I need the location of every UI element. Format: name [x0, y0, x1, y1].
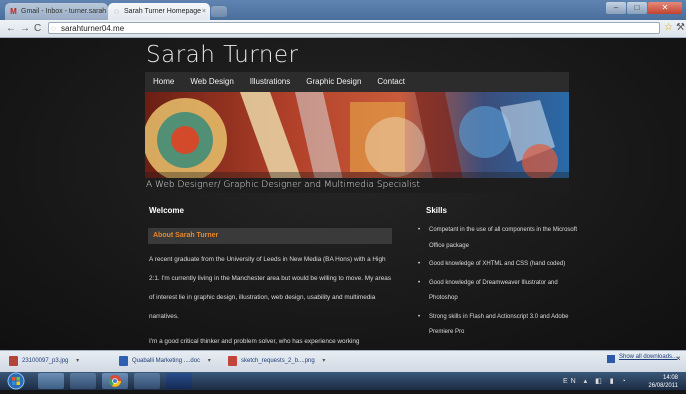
list-item: Good knowledge of Dreamweaver Illustrato…	[418, 276, 578, 307]
download-shelf: 23100097_p3.jpg ▾ Quaballi Marketing ...…	[0, 350, 686, 372]
site-title: Sarah Turner	[146, 42, 299, 68]
explorer-icon[interactable]	[38, 373, 64, 389]
site-nav: Home Web Design Illustrations Graphic De…	[145, 72, 569, 92]
about-heading: About Sarah Turner	[153, 232, 219, 239]
download-item[interactable]: sketch_requests_2_b....png ▾	[228, 354, 325, 368]
close-window-button[interactable]: ✕	[648, 2, 682, 14]
show-all-downloads-link[interactable]: Show all downloads...	[607, 354, 678, 363]
tab-title: Sarah Turner Homepage	[124, 8, 202, 15]
browser-titlebar: M Gmail - Inbox - turner.sarah × ◌ Sarah…	[0, 0, 686, 20]
clock-date: 26/08/2011	[648, 383, 678, 389]
window-controls: – □ ✕	[606, 2, 682, 14]
photoshop-icon[interactable]	[166, 373, 192, 389]
page-icon: ◌	[51, 24, 56, 33]
tab-sarah-turner[interactable]: ◌ Sarah Turner Homepage ×	[108, 3, 210, 20]
bio-paragraph-2: I'm a good critical thinker and problem …	[149, 338, 360, 345]
new-tab-button[interactable]	[211, 6, 227, 17]
list-item: Competant in the use of all components i…	[418, 223, 578, 254]
close-tab-icon[interactable]: ×	[202, 3, 206, 20]
nav-contact[interactable]: Contact	[369, 72, 413, 92]
media-player-icon[interactable]	[70, 373, 96, 389]
tab-gmail[interactable]: M Gmail - Inbox - turner.sarah ×	[5, 3, 108, 20]
nav-web-design[interactable]: Web Design	[182, 72, 241, 92]
bio-text: A recent graduate from the University of…	[149, 250, 397, 350]
gmail-icon: M	[10, 7, 17, 16]
close-shelf-icon[interactable]: ×	[676, 354, 681, 363]
browser-toolbar: ← → C ◌ sarahturner04.me ☆ ⚒	[0, 20, 686, 38]
web-page: Sarah Turner Home Web Design Illustratio…	[0, 38, 686, 350]
skills-heading: Skills	[426, 206, 447, 215]
chrome-icon[interactable]	[102, 373, 128, 389]
wrench-icon[interactable]: ⚒	[676, 22, 685, 33]
downloads-icon	[607, 355, 615, 363]
image-file-icon	[228, 356, 237, 366]
welcome-heading: Welcome	[149, 206, 184, 215]
clock[interactable]: 14:08 26/08/2011	[648, 375, 678, 389]
chevron-down-icon[interactable]: ▾	[322, 358, 325, 364]
header-banner-image	[145, 92, 569, 189]
language-indicator[interactable]: EN	[563, 378, 579, 385]
nav-graphic-design[interactable]: Graphic Design	[298, 72, 369, 92]
forward-arrow-icon[interactable]: →	[20, 22, 30, 35]
start-button[interactable]	[4, 372, 28, 390]
tab-title: Gmail - Inbox - turner.sarah	[21, 8, 107, 15]
minimize-button[interactable]: –	[606, 2, 626, 14]
bio-paragraph: A recent graduate from the University of…	[149, 256, 392, 320]
clock-time: 14:08	[662, 375, 678, 381]
download-filename: 23100097_p3.jpg	[22, 358, 69, 364]
system-tray-icons[interactable]: EN ▴ ◧ ▮ ◔	[563, 377, 629, 385]
nav-home[interactable]: Home	[145, 72, 182, 92]
download-filename: sketch_requests_2_b....png	[241, 358, 315, 364]
reload-icon[interactable]: C	[34, 22, 41, 35]
address-bar[interactable]: ◌ sarahturner04.me	[48, 22, 660, 34]
maximize-button[interactable]: □	[627, 2, 647, 14]
chevron-down-icon[interactable]: ▾	[208, 358, 211, 364]
download-item[interactable]: 23100097_p3.jpg ▾	[9, 354, 79, 368]
app-icon[interactable]	[134, 373, 160, 389]
download-filename: Quaballi Marketing ....doc	[132, 358, 201, 364]
bookmark-star-icon[interactable]: ☆	[664, 22, 673, 33]
close-tab-icon[interactable]: ×	[100, 3, 104, 20]
word-file-icon	[119, 356, 128, 366]
taskbar: EN ▴ ◧ ▮ ◔ 14:08 26/08/2011	[0, 372, 686, 390]
show-all-label: Show all downloads...	[619, 354, 678, 360]
page-icon: ◌	[114, 7, 119, 16]
url-text: sarahturner04.me	[61, 24, 125, 33]
skills-list: Competant in the use of all components i…	[418, 223, 578, 344]
chevron-down-icon[interactable]: ▾	[76, 358, 79, 364]
download-item[interactable]: Quaballi Marketing ....doc ▾	[119, 354, 211, 368]
list-item: Good knowledge of XHTML and CSS (hand co…	[418, 257, 578, 273]
back-arrow-icon[interactable]: ←	[6, 22, 16, 35]
image-file-icon	[9, 356, 18, 366]
list-item: Strong skills in Flash and Actionscript …	[418, 310, 578, 341]
site-tagline: A Web Designer/ Graphic Designer and Mul…	[146, 180, 420, 190]
nav-illustrations[interactable]: Illustrations	[242, 72, 298, 92]
